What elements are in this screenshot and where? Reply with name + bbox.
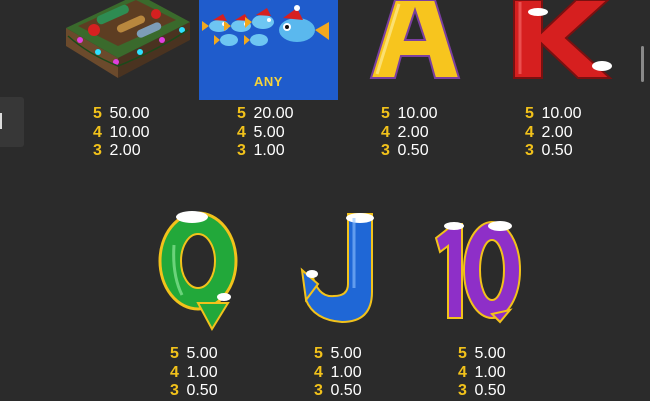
paytable-letter-a: 5 10.00 4 2.00 3 0.50 xyxy=(381,105,438,161)
pay-row: 3 0.50 xyxy=(458,382,506,399)
pay-row: 3 1.00 xyxy=(237,142,285,159)
pay-row: 4 10.00 xyxy=(93,123,150,141)
paytable-letter-j: 5 5.00 4 1.00 3 0.50 xyxy=(314,345,362,401)
paytable-letter-q: 5 5.00 4 1.00 3 0.50 xyxy=(170,345,218,401)
paytable-number-10: 5 5.00 4 1.00 3 0.50 xyxy=(458,345,506,401)
side-menu-indicator xyxy=(0,113,2,129)
pay-row: 5 20.00 xyxy=(237,105,294,122)
paytable-tackle-box: 5 50.00 4 10.00 3 2.00 xyxy=(93,105,150,161)
letter-q-icon xyxy=(158,211,238,332)
pay-row: 3 0.50 xyxy=(381,142,429,159)
pay-row: 4 2.00 xyxy=(381,123,429,141)
fish-scatter-symbol: ANY xyxy=(199,0,338,100)
pay-row: 4 2.00 xyxy=(525,123,573,141)
pay-row: 4 1.00 xyxy=(314,363,362,381)
fish-group-icon xyxy=(202,5,329,46)
pay-row: 3 0.50 xyxy=(314,382,362,399)
any-label: ANY xyxy=(254,74,283,89)
pay-row: 5 50.00 xyxy=(93,105,150,122)
pay-row: 4 5.00 xyxy=(237,123,285,141)
pay-row: 3 2.00 xyxy=(93,142,141,159)
pay-row: 4 1.00 xyxy=(170,363,218,381)
pay-row: 5 5.00 xyxy=(314,345,362,362)
side-menu-tab[interactable] xyxy=(0,97,24,147)
number-10-icon xyxy=(434,221,521,324)
pay-row: 3 0.50 xyxy=(170,382,218,399)
tackle-box-icon xyxy=(66,0,190,78)
scrollbar[interactable] xyxy=(641,46,644,82)
pay-row: 5 5.00 xyxy=(170,345,218,362)
pay-row: 5 5.00 xyxy=(458,345,506,362)
pay-row: 4 1.00 xyxy=(458,363,506,381)
letter-j-icon xyxy=(300,213,374,324)
pay-row: 5 10.00 xyxy=(381,105,438,122)
pay-row: 5 10.00 xyxy=(525,105,582,122)
letter-a-icon xyxy=(369,0,461,79)
paytable-fish-scatter: 5 20.00 4 5.00 3 1.00 xyxy=(237,105,294,161)
letter-k-icon xyxy=(513,0,613,79)
pay-row: 3 0.50 xyxy=(525,142,573,159)
paytable-letter-k: 5 10.00 4 2.00 3 0.50 xyxy=(525,105,582,161)
